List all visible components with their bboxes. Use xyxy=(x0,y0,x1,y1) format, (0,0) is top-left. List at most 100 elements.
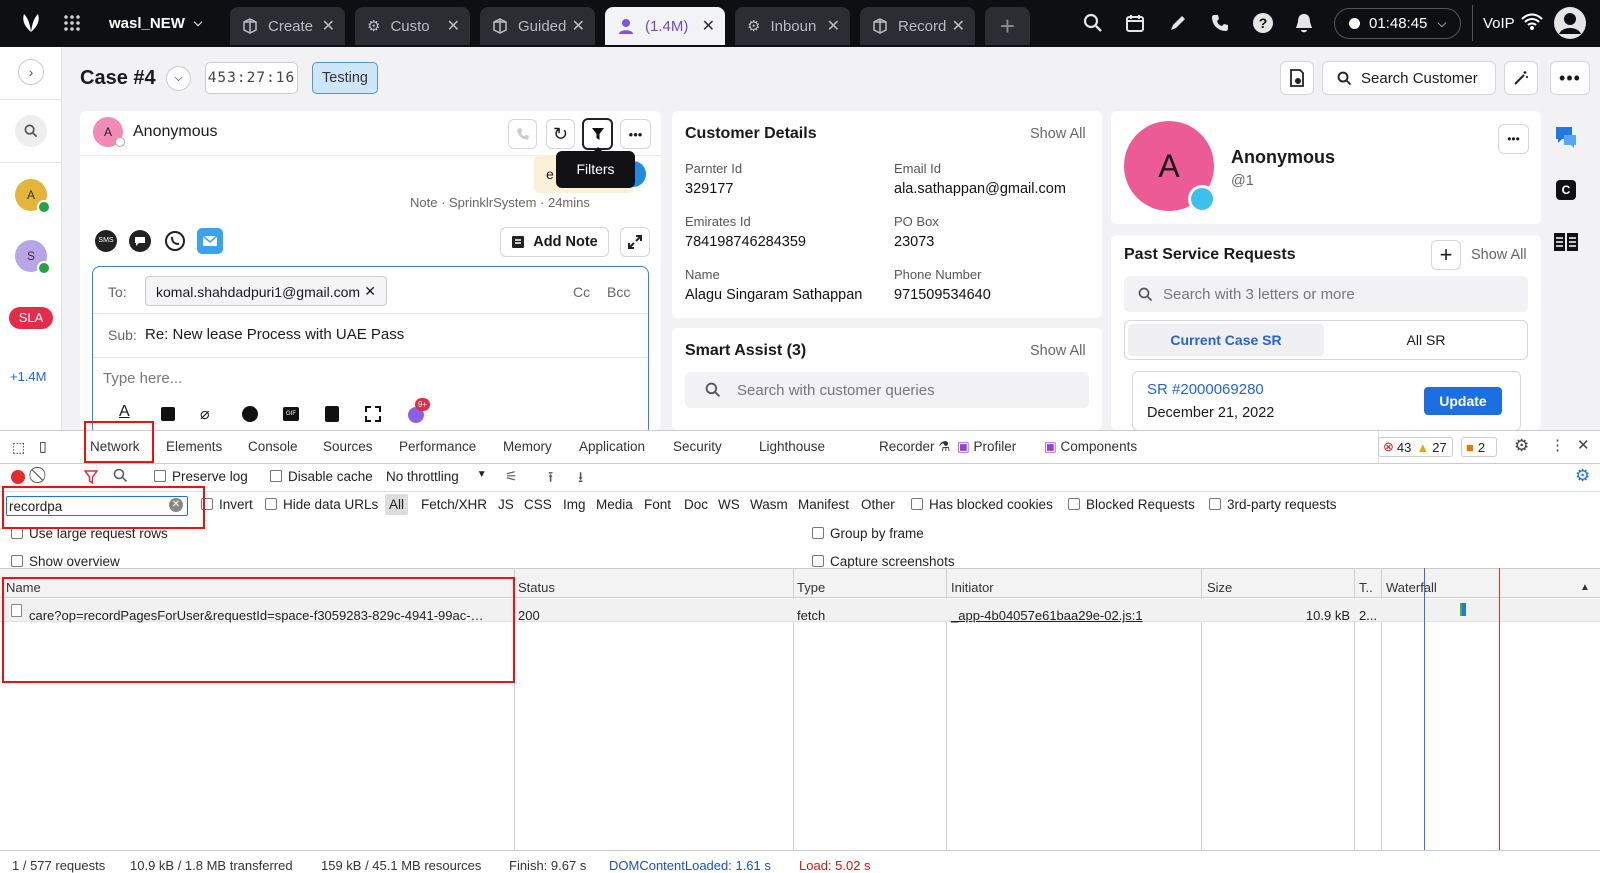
tab-guided[interactable]: Guided ✕ xyxy=(480,7,595,45)
settings-gear-icon[interactable]: ⚙ xyxy=(1514,436,1529,456)
request-initiator-link[interactable]: _app-4b04057e61baa29e-02.js:1 xyxy=(951,608,1143,623)
type-filter-img[interactable]: Img xyxy=(563,497,586,512)
more-options-button[interactable]: ••• xyxy=(620,119,651,149)
close-icon[interactable]: ✕ xyxy=(827,16,840,36)
tab-custom[interactable]: ⚙ Custo ✕ xyxy=(355,7,470,45)
attachment-icon[interactable]: ⌀ xyxy=(200,404,210,424)
type-filter-manifest[interactable]: Manifest xyxy=(798,497,849,512)
checkbox[interactable] xyxy=(1068,498,1080,510)
filters-button[interactable] xyxy=(582,118,613,150)
add-note-button[interactable]: Add Note xyxy=(500,227,609,257)
close-icon[interactable]: ✕ xyxy=(322,16,335,36)
status-badge[interactable]: Testing xyxy=(312,62,378,94)
copilot-icon[interactable]: C xyxy=(1556,180,1576,200)
checkbox[interactable] xyxy=(270,470,282,482)
avatar-icon[interactable] xyxy=(1554,7,1586,39)
third-party-requests-toggle[interactable]: 3rd-party requests xyxy=(1209,497,1337,512)
has-blocked-cookies-toggle[interactable]: Has blocked cookies xyxy=(911,497,1053,512)
show-all-link[interactable]: Show All xyxy=(1030,343,1086,359)
agent-status-timer[interactable]: 01:48:45 ⌵ xyxy=(1334,8,1461,39)
expand-button[interactable] xyxy=(620,227,650,257)
more-count[interactable]: +1.4M xyxy=(10,369,47,384)
type-filter-css[interactable]: CSS xyxy=(524,497,552,512)
type-filter-all[interactable]: All xyxy=(385,494,409,515)
type-filter-wasm[interactable]: Wasm xyxy=(750,497,788,512)
voip-label[interactable]: VoIP xyxy=(1483,15,1515,32)
tab-current-case-sr[interactable]: Current Case SR xyxy=(1128,324,1324,356)
type-filter-other[interactable]: Other xyxy=(861,497,895,512)
sr-id-link[interactable]: SR #2000069280 xyxy=(1147,381,1264,398)
recipient-chip[interactable]: komal.shahdadpuri1@gmail.com ✕ xyxy=(145,276,387,306)
snippet-icon[interactable] xyxy=(365,406,381,422)
import-har-icon[interactable]: ⭱ xyxy=(548,467,553,492)
magic-wand-button[interactable] xyxy=(1504,61,1538,95)
email-icon[interactable] xyxy=(197,228,223,254)
knowledge-base-icon[interactable] xyxy=(1554,233,1578,251)
tab-memory[interactable]: Memory xyxy=(503,439,552,454)
tab-sources[interactable]: Sources xyxy=(323,439,373,454)
chat-icon[interactable] xyxy=(129,230,151,252)
bcc-toggle[interactable]: Bcc xyxy=(607,284,630,300)
calendar-icon[interactable] xyxy=(1125,13,1145,33)
preserve-log-toggle[interactable]: Preserve log xyxy=(154,469,248,484)
type-filter-ws[interactable]: WS xyxy=(718,497,740,512)
inspect-element-icon[interactable]: ⬚ xyxy=(12,439,25,456)
disable-cache-toggle[interactable]: Disable cache xyxy=(270,469,373,484)
search-customer-button[interactable]: Search Customer xyxy=(1322,61,1496,95)
tab-create[interactable]: Create ✕ xyxy=(230,7,345,45)
type-filter-doc[interactable]: Doc xyxy=(684,497,708,512)
group-by-frame-toggle[interactable]: Group by frame xyxy=(812,526,924,541)
device-toggle-icon[interactable]: ▯ xyxy=(39,438,47,455)
more-vertical-icon[interactable]: ⋮ xyxy=(1550,436,1565,454)
call-button[interactable] xyxy=(508,119,537,149)
tab-active-case[interactable]: (1.4M) ✕ xyxy=(605,7,725,45)
capture-screenshots-toggle[interactable]: Capture screenshots xyxy=(812,554,955,569)
tab-lighthouse[interactable]: Lighthouse xyxy=(759,439,825,454)
blocked-requests-toggle[interactable]: Blocked Requests xyxy=(1068,497,1195,512)
record-button[interactable] xyxy=(11,470,25,484)
show-overview-toggle[interactable]: Show overview xyxy=(11,554,120,569)
close-icon[interactable]: ✕ xyxy=(447,16,460,36)
sr-search-input[interactable]: Search with 3 letters or more xyxy=(1124,276,1528,312)
checkbox[interactable] xyxy=(812,527,824,539)
tab-components[interactable]: ▣ Components xyxy=(1044,439,1137,455)
conversation-icon[interactable] xyxy=(1552,123,1580,151)
column-header-status[interactable]: Status xyxy=(518,580,555,595)
tab-record[interactable]: Record ✕ xyxy=(860,7,975,45)
message-body-input[interactable]: Type here... xyxy=(103,370,182,387)
close-icon[interactable]: ✕ xyxy=(572,16,585,36)
show-all-link[interactable]: Show All xyxy=(1030,126,1086,142)
tab-recorder[interactable]: Recorder ⚗ xyxy=(879,439,950,455)
type-filter-js[interactable]: JS xyxy=(498,497,514,512)
network-settings-gear-icon[interactable]: ⚙ xyxy=(1575,466,1590,486)
cc-toggle[interactable]: Cc xyxy=(573,284,590,300)
template-icon[interactable] xyxy=(325,406,339,422)
type-filter-font[interactable]: Font xyxy=(644,497,671,512)
checkbox[interactable] xyxy=(911,498,923,510)
checkbox[interactable] xyxy=(812,555,824,567)
checkbox[interactable] xyxy=(1209,498,1221,510)
type-filter-fetch-xhr[interactable]: Fetch/XHR xyxy=(421,497,487,512)
link-icon[interactable] xyxy=(161,407,175,421)
tab-security[interactable]: Security xyxy=(673,439,722,454)
chevron-down-icon[interactable]: ⌵ xyxy=(166,66,191,91)
invert-toggle[interactable]: Invert xyxy=(201,497,253,512)
case-action-button[interactable] xyxy=(1280,61,1314,95)
network-conditions-icon[interactable]: ⚟ xyxy=(505,468,518,485)
type-filter-media[interactable]: Media xyxy=(596,497,633,512)
tab-application[interactable]: Application xyxy=(579,439,645,454)
whatsapp-icon[interactable] xyxy=(164,230,186,252)
bell-icon[interactable] xyxy=(1294,12,1314,34)
text-format-icon[interactable]: A xyxy=(119,403,130,421)
tab-profiler[interactable]: ▣ Profiler xyxy=(957,439,1016,455)
smart-assist-search-input[interactable]: Search with customer queries xyxy=(685,372,1089,408)
issues-counter[interactable]: ■ 2 xyxy=(1461,437,1497,457)
refresh-button[interactable]: ↻ xyxy=(546,119,575,149)
update-button[interactable]: Update xyxy=(1424,387,1502,415)
remove-recipient-icon[interactable]: ✕ xyxy=(364,283,376,300)
phone-icon[interactable] xyxy=(1210,13,1230,33)
sms-icon[interactable]: SMS xyxy=(95,230,117,252)
apps-grid-icon[interactable] xyxy=(63,14,81,32)
emoji-icon[interactable] xyxy=(242,406,258,422)
search-icon[interactable] xyxy=(15,115,47,147)
